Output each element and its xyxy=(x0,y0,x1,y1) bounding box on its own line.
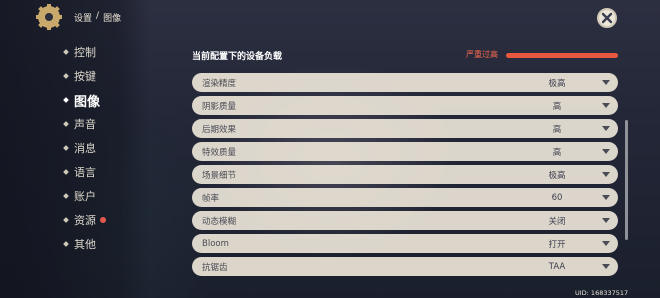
setting-value: 高 xyxy=(552,124,562,135)
setting-anti-aliasing[interactable]: 抗锯齿 TAA xyxy=(192,257,618,276)
chevron-down-icon xyxy=(602,126,610,131)
setting-label: 阴影质量 xyxy=(202,101,237,112)
device-load-bar-fill xyxy=(506,53,618,58)
breadcrumb-page: 图像 xyxy=(103,13,122,24)
close-icon xyxy=(601,12,613,24)
scrollbar[interactable] xyxy=(625,120,628,240)
chevron-down-icon xyxy=(602,80,610,85)
nav-item-controls[interactable]: 控制 xyxy=(63,40,106,64)
settings-nav: 控制 按键 图像 声音 消息 语言 账户 资源 其他 xyxy=(63,40,106,256)
chevron-down-icon xyxy=(602,103,610,108)
setting-value: 高 xyxy=(552,101,562,112)
diamond-icon xyxy=(63,193,69,199)
setting-label: 帧率 xyxy=(202,193,220,204)
chevron-down-icon xyxy=(602,264,610,269)
nav-item-label: 语言 xyxy=(74,166,96,179)
diamond-icon xyxy=(63,49,69,55)
setting-label: 渲染精度 xyxy=(202,78,237,89)
setting-value: TAA xyxy=(548,261,566,272)
nav-item-audio[interactable]: 声音 xyxy=(63,112,106,136)
setting-label: 场景细节 xyxy=(202,170,237,181)
nav-item-label: 其他 xyxy=(74,238,96,251)
diamond-icon xyxy=(63,73,69,79)
setting-bloom[interactable]: Bloom 打开 xyxy=(192,234,618,253)
setting-value: 极高 xyxy=(548,78,566,89)
setting-effects-quality[interactable]: 特效质量 高 xyxy=(192,142,618,161)
setting-frame-rate[interactable]: 帧率 60 xyxy=(192,188,618,207)
setting-motion-blur[interactable]: 动态模糊 关闭 xyxy=(192,211,618,230)
chevron-down-icon xyxy=(602,241,610,246)
diamond-icon xyxy=(63,169,69,175)
diamond-icon xyxy=(63,121,69,127)
setting-post-processing[interactable]: 后期效果 高 xyxy=(192,119,618,138)
setting-value: 关闭 xyxy=(548,216,566,227)
breadcrumb-section: 设置 xyxy=(74,13,93,24)
nav-item-account[interactable]: 账户 xyxy=(63,184,106,208)
chevron-down-icon xyxy=(602,218,610,223)
device-load-title: 当前配置下的设备负载 xyxy=(192,52,283,62)
device-load-bar xyxy=(506,53,618,58)
header: 设置 / 图像 xyxy=(36,4,121,30)
chevron-down-icon xyxy=(602,172,610,177)
setting-label: 动态模糊 xyxy=(202,216,237,227)
nav-item-label: 图像 xyxy=(74,94,101,110)
device-load-status: 严重过高 xyxy=(466,50,498,59)
setting-label: 后期效果 xyxy=(202,124,237,135)
nav-item-language[interactable]: 语言 xyxy=(63,160,106,184)
nav-item-label: 控制 xyxy=(74,46,96,59)
setting-shadow-quality[interactable]: 阴影质量 高 xyxy=(192,96,618,115)
setting-value: 60 xyxy=(551,192,563,203)
gear-icon xyxy=(36,4,62,30)
nav-item-label: 账户 xyxy=(74,190,96,203)
chevron-down-icon xyxy=(602,149,610,154)
nav-item-messages[interactable]: 消息 xyxy=(63,136,106,160)
diamond-icon xyxy=(63,97,69,103)
setting-label: 抗锯齿 xyxy=(202,262,228,273)
setting-label: Bloom xyxy=(202,238,229,249)
diamond-icon xyxy=(63,241,69,247)
breadcrumb: 设置 / 图像 xyxy=(74,11,121,24)
notification-badge xyxy=(100,217,106,223)
nav-item-label: 消息 xyxy=(74,142,96,155)
close-button[interactable] xyxy=(597,8,617,28)
setting-label: 特效质量 xyxy=(202,147,237,158)
breadcrumb-separator: / xyxy=(96,10,100,21)
setting-value: 打开 xyxy=(548,239,566,250)
chevron-down-icon xyxy=(602,195,610,200)
nav-item-graphics[interactable]: 图像 xyxy=(63,88,106,112)
setting-render-resolution[interactable]: 渲染精度 极高 xyxy=(192,73,618,92)
nav-item-keybinds[interactable]: 按键 xyxy=(63,64,106,88)
nav-item-label: 资源 xyxy=(74,214,96,227)
nav-item-label: 声音 xyxy=(74,118,96,131)
setting-scene-detail[interactable]: 场景细节 极高 xyxy=(192,165,618,184)
diamond-icon xyxy=(63,145,69,151)
nav-item-label: 按键 xyxy=(74,70,96,83)
setting-value: 极高 xyxy=(548,170,566,181)
graphics-settings-list: 渲染精度 极高 阴影质量 高 后期效果 高 特效质量 高 场景细节 极高 帧率 … xyxy=(192,73,618,280)
nav-item-other[interactable]: 其他 xyxy=(63,232,106,256)
setting-value: 高 xyxy=(552,147,562,158)
diamond-icon xyxy=(63,217,69,223)
nav-item-resources[interactable]: 资源 xyxy=(63,208,106,232)
uid-label: UID: 168337517 xyxy=(575,289,629,297)
